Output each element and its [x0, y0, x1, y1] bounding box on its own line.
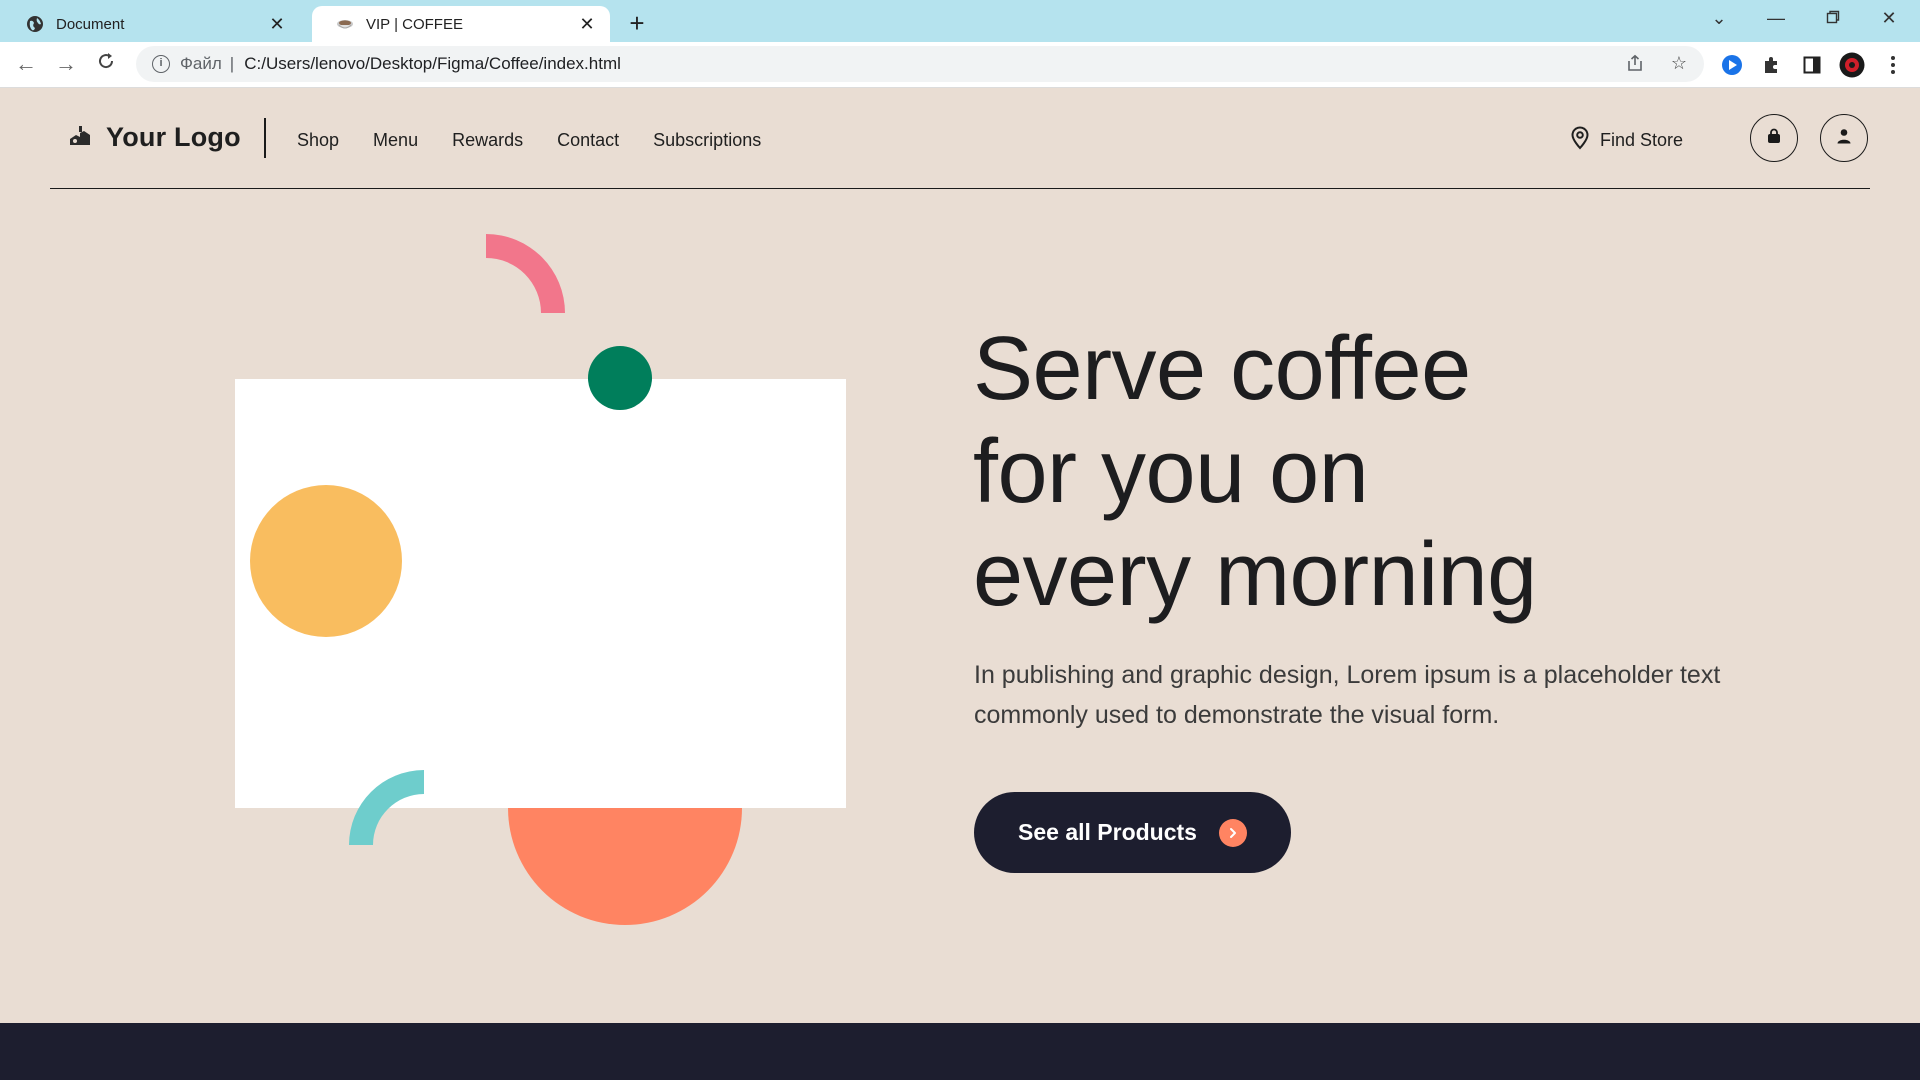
share-icon[interactable] — [1624, 52, 1646, 74]
browser-toolbar: ← → i Файл | C:/Users/lenovo/Desktop/Fig… — [0, 42, 1920, 88]
reload-button[interactable] — [92, 50, 120, 78]
hero-description: In publishing and graphic design, Lorem … — [974, 661, 1721, 729]
address-separator: | — [229, 54, 235, 73]
find-store-link[interactable]: Find Store — [1570, 126, 1683, 155]
tab-search-chevron-icon[interactable]: ⌄ — [1707, 8, 1731, 29]
yellow-circle — [250, 485, 402, 637]
forward-button[interactable]: → — [52, 50, 80, 78]
side-panel-icon[interactable] — [1799, 52, 1825, 78]
close-window-button[interactable]: ✕ — [1877, 8, 1901, 29]
headline-line-3: every morning — [973, 525, 1537, 625]
headline-line-1: Serve coffee — [973, 319, 1471, 419]
web-page: Your Logo Shop Menu Rewards Contact Subs… — [0, 88, 1920, 1080]
user-icon — [1836, 128, 1852, 149]
tab-title: VIP | COFFEE — [366, 15, 463, 33]
dark-section-band — [0, 1023, 1920, 1080]
headline-line-2: for you on — [973, 422, 1369, 522]
address-url: C:/Users/lenovo/Desktop/Figma/Coffee/ind… — [244, 54, 621, 73]
tab-document[interactable]: Document ✕ — [2, 6, 300, 42]
user-account-button[interactable] — [1820, 114, 1868, 162]
new-tab-button[interactable]: + — [622, 8, 652, 39]
hero-illustration — [0, 88, 900, 988]
teal-arc — [349, 770, 424, 845]
find-store-label: Find Store — [1600, 130, 1684, 150]
shopping-bag-icon — [1766, 128, 1782, 149]
restore-button[interactable] — [1821, 8, 1845, 29]
address-scheme: Файл — [180, 54, 222, 73]
cta-label: See all Products — [1018, 819, 1197, 845]
browser-tab-bar: Document ✕ VIP | COFFEE ✕ + ⌄ — ✕ — [0, 0, 1920, 42]
minimize-button[interactable]: — — [1764, 8, 1788, 29]
close-tab-icon[interactable]: ✕ — [578, 14, 596, 35]
hero-headline: Serve coffee for you on every morning — [973, 318, 1537, 627]
tab-vip-coffee[interactable]: VIP | COFFEE ✕ — [312, 6, 610, 42]
see-all-products-button[interactable]: See all Products — [974, 792, 1291, 873]
chevron-right-icon — [1218, 818, 1247, 847]
address-bar[interactable]: i Файл | C:/Users/lenovo/Desktop/Figma/C… — [136, 46, 1704, 82]
shopping-bag-button[interactable] — [1750, 114, 1798, 162]
extensions-puzzle-icon[interactable] — [1759, 52, 1785, 78]
close-tab-icon[interactable]: ✕ — [268, 14, 286, 35]
green-dot — [588, 346, 652, 410]
hero-shapes-front — [250, 346, 652, 845]
site-info-icon[interactable]: i — [152, 55, 170, 73]
tab-title: Document — [56, 15, 125, 33]
back-button[interactable]: ← — [12, 50, 40, 78]
bookmark-star-icon[interactable]: ☆ — [1668, 52, 1690, 74]
browser-menu-icon[interactable] — [1880, 52, 1906, 78]
profile-avatar-icon[interactable] — [1839, 52, 1865, 78]
location-pin-icon — [1570, 126, 1590, 155]
globe-icon — [26, 15, 44, 33]
coffee-cup-icon — [336, 15, 354, 33]
extension-blue-icon[interactable] — [1719, 52, 1745, 78]
